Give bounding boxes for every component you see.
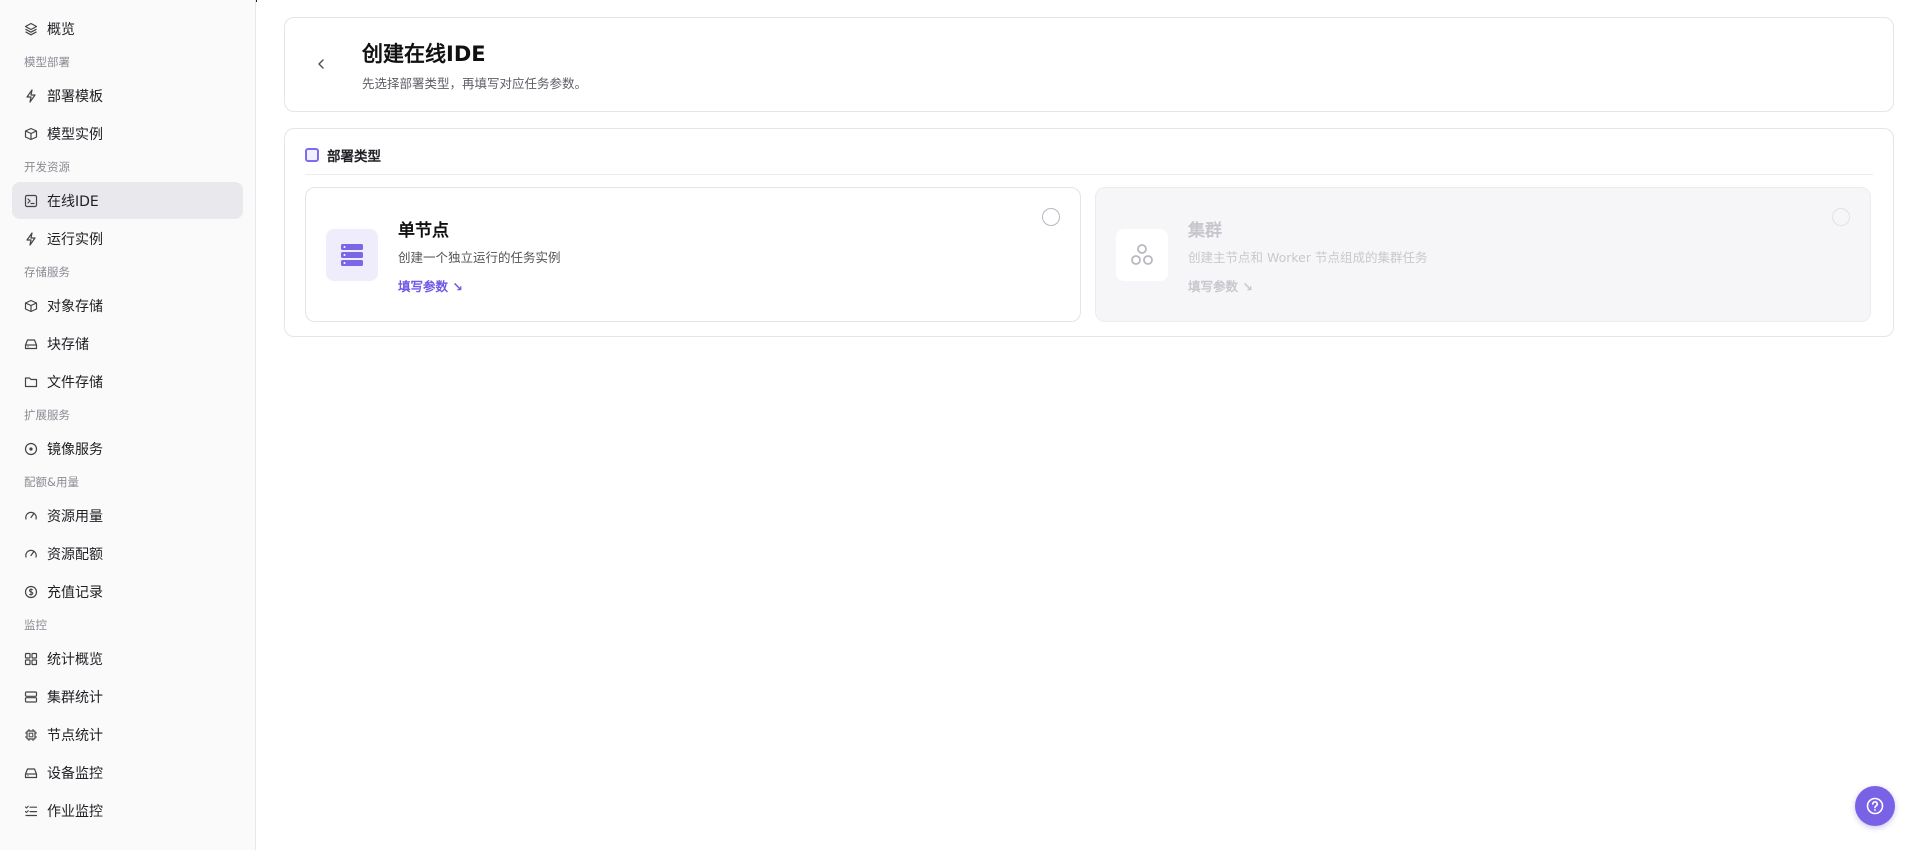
sidebar-item[interactable]: 对象存储 <box>12 287 243 324</box>
nav-section-label: 开发资源 <box>24 160 70 174</box>
disc-icon <box>24 442 38 456</box>
sidebar-item[interactable]: 充值记录 <box>12 573 243 610</box>
cluster-icon <box>1116 229 1168 281</box>
coin-icon <box>24 585 38 599</box>
sidebar-item[interactable]: 镜像服务 <box>12 430 243 467</box>
cube-icon <box>24 127 38 141</box>
sidebar-item-label: 部署模板 <box>47 88 103 105</box>
layers-icon <box>24 22 38 36</box>
box-icon <box>24 299 38 313</box>
nav-section-label: 扩展服务 <box>24 408 70 422</box>
sidebar-item-label: 节点统计 <box>47 727 103 744</box>
sidebar-item-label: 块存储 <box>47 336 89 353</box>
single-node-option[interactable]: 单节点 创建一个独立运行的任务实例 填写参数 ↘ <box>305 187 1081 322</box>
sidebar-item-label: 统计概览 <box>47 651 103 668</box>
server-stack-icon <box>326 229 378 281</box>
page-subtitle: 先选择部署类型，再填写对应任务参数。 <box>362 76 588 91</box>
sidebar-item-label: 文件存储 <box>47 374 103 391</box>
sidebar-item-label: 在线IDE <box>47 193 99 210</box>
page-header: 创建在线IDE 先选择部署类型，再填写对应任务参数。 <box>284 17 1894 112</box>
sidebar-item[interactable]: 资源用量 <box>12 497 243 534</box>
folder-icon <box>24 375 38 389</box>
checklist-icon <box>24 804 38 818</box>
sidebar-item[interactable]: 设备监控 <box>12 754 243 791</box>
terminal-icon <box>24 194 38 208</box>
section-header: 部署类型 <box>305 145 381 165</box>
sidebar: 概览模型部署部署模板模型实例开发资源在线IDE 运行实例存储服务对象存储块存储文件… <box>0 0 256 850</box>
deploy-type-section: 部署类型 单节点 创建一个独立运行的任务实例 填写参数 ↘ 集群 创建主节点和 … <box>284 128 1894 337</box>
single-node-radio[interactable] <box>1042 208 1060 226</box>
sidebar-item-label: 资源配额 <box>47 546 103 563</box>
sidebar-item-label: 镜像服务 <box>47 441 103 458</box>
grid-icon <box>24 652 38 666</box>
nav-section-label: 配额&用量 <box>24 475 79 489</box>
sidebar-item[interactable]: 统计概览 <box>12 640 243 677</box>
sidebar-item[interactable]: 集群统计 <box>12 678 243 715</box>
sidebar-item-label: 作业监控 <box>47 803 103 820</box>
server-icon <box>24 690 38 704</box>
page-title: 创建在线IDE <box>362 42 486 66</box>
sidebar-item[interactable]: 模型实例 <box>12 115 243 152</box>
option-title: 集群 <box>1188 221 1222 241</box>
sidebar-item[interactable]: 在线IDE <box>12 182 243 219</box>
drive-icon <box>24 337 38 351</box>
bolt-icon <box>24 231 38 246</box>
help-button[interactable] <box>1855 786 1895 826</box>
sidebar-item[interactable]: 运行实例 <box>12 220 243 257</box>
sidebar-item[interactable]: 节点统计 <box>12 716 243 753</box>
gauge-icon <box>24 547 38 561</box>
nav-section-label: 模型部署 <box>24 55 70 69</box>
sidebar-item[interactable]: 块存储 <box>12 325 243 362</box>
sidebar-item[interactable]: 部署模板 <box>12 77 243 114</box>
sidebar-item[interactable]: 概览 <box>12 10 243 47</box>
option-title: 单节点 <box>398 221 449 241</box>
drive-icon <box>24 766 38 780</box>
sidebar-item-label: 设备监控 <box>47 765 103 782</box>
sidebar-item-label: 资源用量 <box>47 508 103 525</box>
option-desc: 创建主节点和 Worker 节点组成的集群任务 <box>1188 250 1428 265</box>
gauge-icon <box>24 509 38 523</box>
back-button[interactable] <box>313 56 329 72</box>
nav-section-label: 存储服务 <box>24 265 70 279</box>
sidebar-item[interactable]: 文件存储 <box>12 363 243 400</box>
fill-params-link[interactable]: 填写参数 ↘ <box>1188 276 1253 295</box>
square-icon <box>305 148 319 162</box>
main-content: 创建在线IDE 先选择部署类型，再填写对应任务参数。 部署类型 单节点 创建一个… <box>257 0 1920 850</box>
divider <box>305 174 1873 175</box>
cluster-option[interactable]: 集群 创建主节点和 Worker 节点组成的集群任务 填写参数 ↘ <box>1095 187 1871 322</box>
nav-section-label: 监控 <box>24 618 47 632</box>
help-icon <box>1866 797 1884 815</box>
sidebar-item-label: 模型实例 <box>47 126 103 143</box>
chevron-left-icon <box>318 59 324 69</box>
bolt-icon <box>24 88 38 103</box>
fill-params-link[interactable]: 填写参数 ↘ <box>398 276 463 295</box>
sidebar-item-label: 集群统计 <box>47 689 103 706</box>
sidebar-item[interactable]: 作业监控 <box>12 792 243 829</box>
sidebar-item[interactable]: 资源配额 <box>12 535 243 572</box>
sidebar-item-label: 运行实例 <box>47 231 103 248</box>
sidebar-item-label: 对象存储 <box>47 298 103 315</box>
cluster-radio[interactable] <box>1832 208 1850 226</box>
sidebar-item-label: 概览 <box>47 21 75 38</box>
option-desc: 创建一个独立运行的任务实例 <box>398 250 561 265</box>
chip-icon <box>24 728 38 742</box>
sidebar-item-label: 充值记录 <box>47 584 103 601</box>
section-title: 部署类型 <box>327 149 381 165</box>
